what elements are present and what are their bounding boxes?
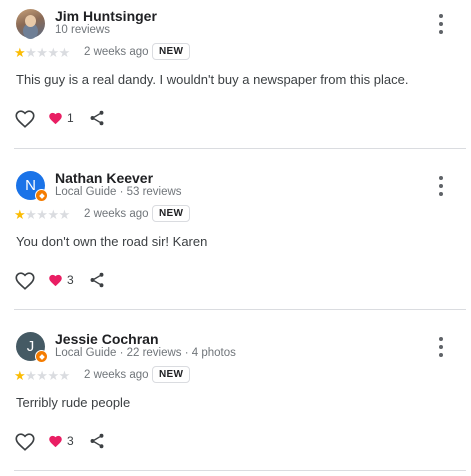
review-date: 2 weeks ago [84, 208, 149, 220]
heart-filled-icon [49, 274, 62, 287]
avatar[interactable] [16, 9, 45, 38]
reviewer-name[interactable]: Jessie Cochran [55, 331, 159, 347]
reviewer-name[interactable]: Nathan Keever [55, 170, 153, 186]
review-text: Terribly rude people [16, 395, 131, 410]
star-rating: ★★★★★ [14, 207, 70, 222]
heart-outline-icon[interactable] [14, 431, 36, 453]
reaction-count: 3 [67, 434, 74, 448]
local-guide-badge-icon [35, 350, 48, 363]
avatar[interactable]: N [16, 171, 48, 202]
heart-filled-icon [49, 435, 62, 448]
heart-outline-icon[interactable] [14, 270, 36, 292]
divider [14, 309, 466, 310]
new-badge: NEW [152, 366, 191, 383]
reviewer-name[interactable]: Jim Huntsinger [55, 8, 157, 24]
local-guide-badge-icon [35, 189, 48, 202]
reviewer-meta: Local Guide · 53 reviews [55, 186, 182, 198]
review-actions: 1 [14, 108, 134, 130]
divider [14, 148, 466, 149]
review-actions: 3 [14, 270, 134, 292]
more-vert-icon[interactable] [436, 14, 446, 34]
avatar[interactable]: J [16, 332, 48, 363]
new-badge: NEW [152, 205, 191, 222]
review-text: You don't own the road sir! Karen [16, 234, 208, 249]
share-icon[interactable] [88, 271, 106, 289]
share-icon[interactable] [88, 432, 106, 450]
review-date: 2 weeks ago [84, 369, 149, 381]
share-icon[interactable] [88, 109, 106, 127]
star-rating: ★★★★★ [14, 45, 70, 60]
new-badge: NEW [152, 43, 191, 60]
divider [14, 470, 466, 471]
more-vert-icon[interactable] [436, 176, 446, 196]
heart-outline-icon[interactable] [14, 108, 36, 130]
review-actions: 3 [14, 431, 134, 453]
star-rating: ★★★★★ [14, 368, 70, 383]
review-text: This guy is a real dandy. I wouldn't buy… [16, 72, 409, 87]
more-vert-icon[interactable] [436, 337, 446, 357]
reviewer-meta: 10 reviews [55, 24, 110, 36]
avatar-initial: J [26, 338, 35, 355]
avatar-initial: N [25, 177, 36, 194]
review-date: 2 weeks ago [84, 46, 149, 58]
reaction-count: 1 [67, 111, 74, 125]
heart-filled-icon [49, 112, 62, 125]
reviewer-meta: Local Guide · 22 reviews · 4 photos [55, 347, 236, 359]
reaction-count: 3 [67, 273, 74, 287]
